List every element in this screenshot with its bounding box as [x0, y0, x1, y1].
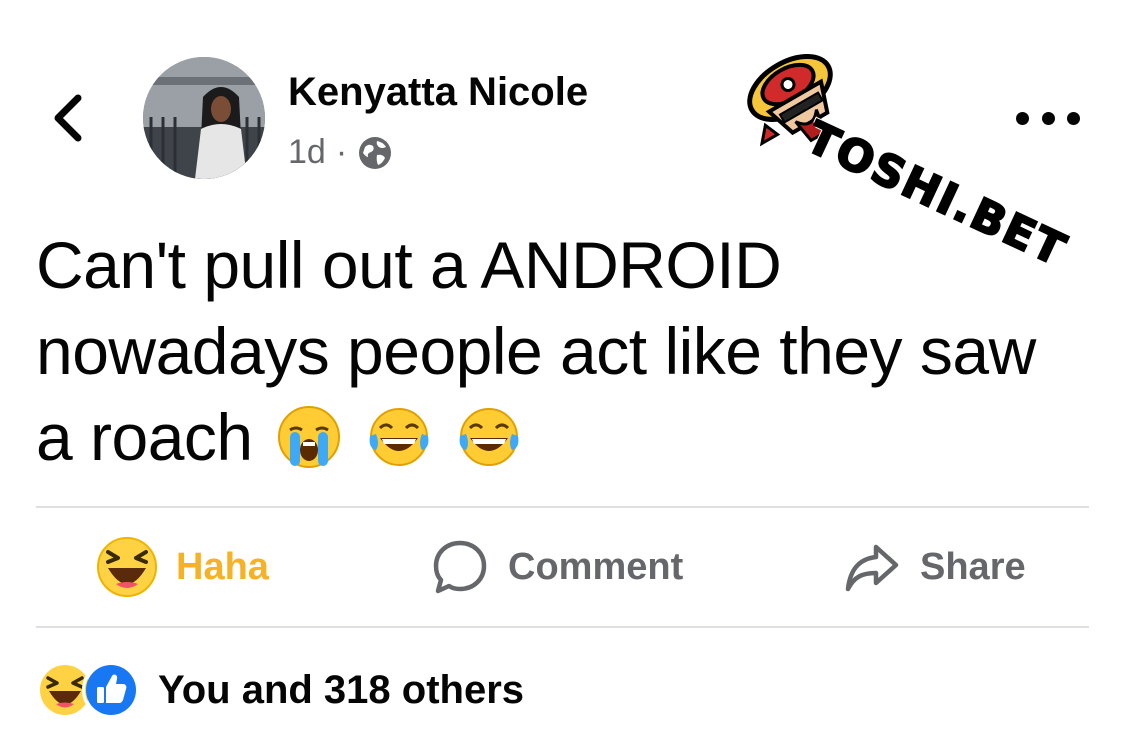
haha-emoji-icon	[97, 537, 157, 597]
share-label: Share	[920, 545, 1026, 588]
post-line: nowadays people act like they saw	[36, 314, 1036, 388]
back-button[interactable]	[40, 88, 100, 148]
timestamp[interactable]: 1d	[288, 133, 326, 172]
loudly-crying-face-icon	[278, 406, 341, 468]
face-with-tears-of-joy-icon	[369, 408, 429, 466]
post-line: Can't pull out a ANDROID	[36, 228, 782, 302]
post-meta: 1d ·	[288, 133, 393, 172]
reactions-count[interactable]: You and 318 others	[158, 668, 524, 713]
like-reaction-icon	[82, 661, 140, 719]
post-line-last: a roach	[36, 394, 1096, 480]
share-button[interactable]: Share	[842, 532, 1026, 602]
comment-button[interactable]: Comment	[430, 532, 683, 602]
reactions-summary[interactable]: You and 318 others	[36, 660, 524, 720]
chevron-left-icon	[54, 94, 82, 142]
avatar[interactable]	[143, 57, 265, 179]
avatar-photo	[143, 57, 265, 179]
haha-reaction-button[interactable]: Haha	[96, 532, 269, 602]
more-options-button[interactable]	[1016, 98, 1080, 138]
post-body: Can't pull out a ANDROID nowadays people…	[36, 222, 1096, 480]
haha-label: Haha	[176, 545, 269, 588]
comment-label: Comment	[508, 545, 684, 588]
share-arrow-icon	[845, 544, 899, 592]
face-with-tears-of-joy-icon	[459, 408, 519, 466]
meta-separator: ·	[335, 133, 348, 171]
post-line-text: a roach	[36, 400, 253, 474]
more-dot-icon	[1016, 111, 1029, 125]
more-dot-icon	[1041, 111, 1055, 125]
more-dot-icon	[1067, 111, 1080, 125]
author-name[interactable]: Kenyatta Nicole	[288, 70, 588, 115]
globe-icon	[359, 136, 392, 169]
divider	[36, 626, 1089, 628]
divider	[36, 506, 1089, 508]
comment-bubble-icon	[433, 540, 487, 594]
